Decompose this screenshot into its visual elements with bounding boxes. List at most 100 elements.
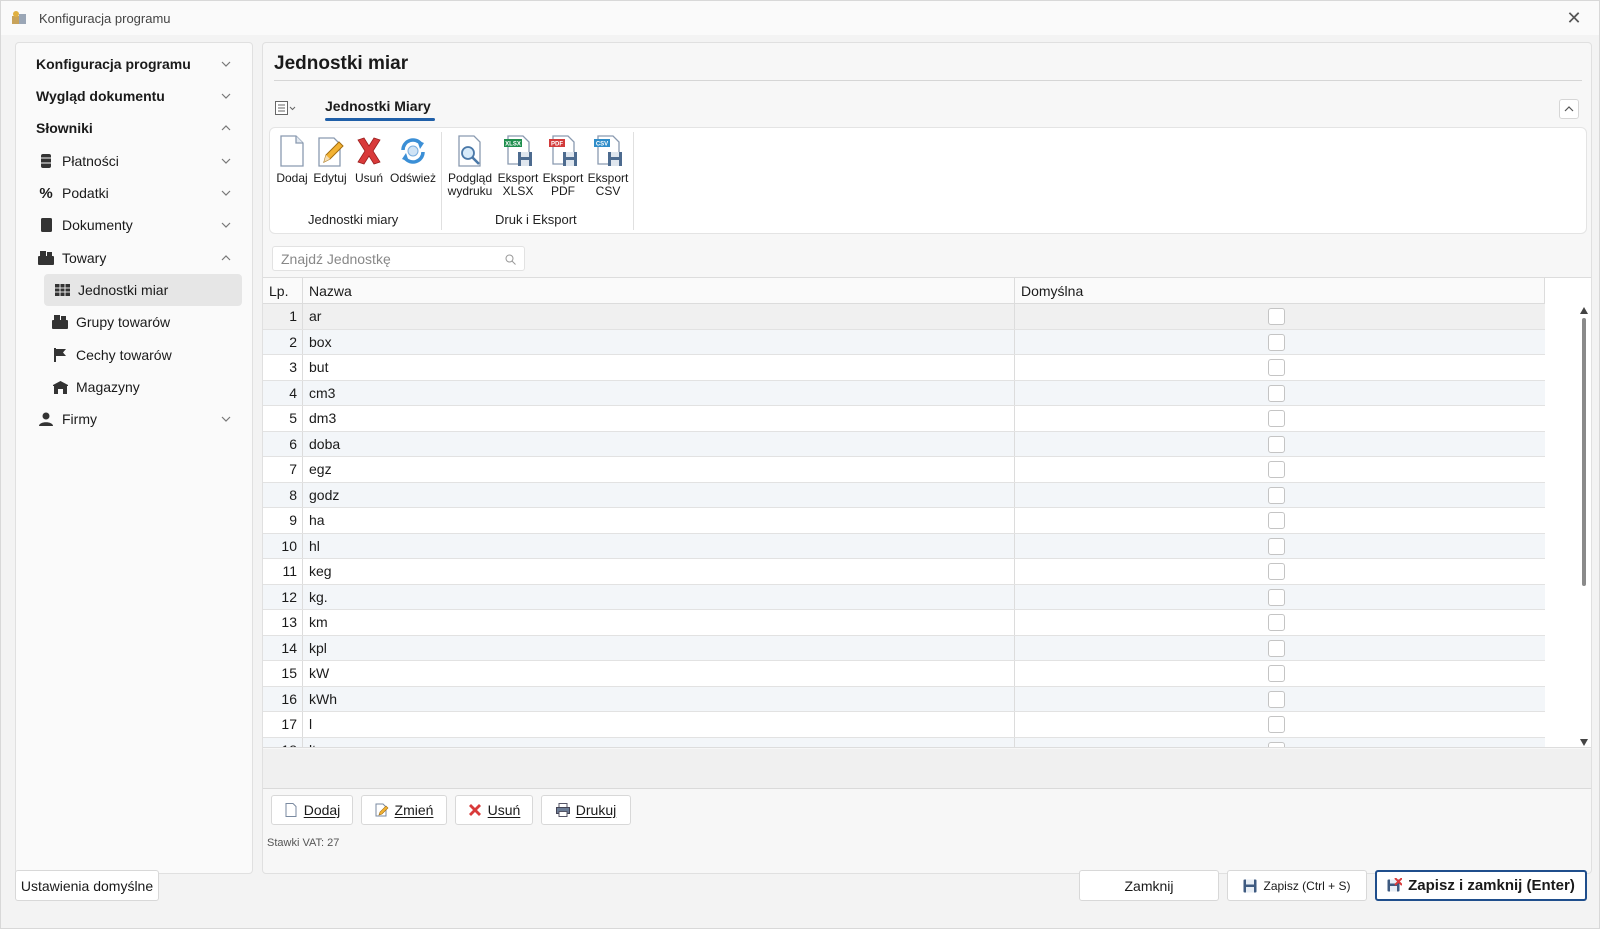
vertical-scrollbar[interactable] (1577, 304, 1591, 747)
table-row[interactable]: 16 kWh (263, 686, 1545, 712)
collapse-ribbon-button[interactable] (1559, 99, 1579, 119)
default-checkbox[interactable] (1268, 563, 1285, 580)
ribbon-export-pdf-button[interactable]: PDF Eksport PDF (542, 134, 584, 198)
default-checkbox[interactable] (1268, 486, 1285, 504)
search-input[interactable]: Znajdź Jednostkę (272, 246, 525, 271)
default-checkbox[interactable] (1268, 665, 1285, 682)
cell-name[interactable]: hl (303, 533, 1015, 558)
default-checkbox[interactable] (1268, 639, 1285, 657)
ribbon-refresh-button[interactable]: Odśwież (390, 134, 436, 185)
default-checkbox[interactable] (1268, 384, 1285, 402)
default-checkbox[interactable] (1268, 537, 1285, 555)
table-row[interactable]: 5 dm3 (263, 406, 1545, 432)
save-button[interactable]: Zapisz (Ctrl + S) (1227, 870, 1367, 901)
table-row[interactable]: 3 but (263, 355, 1545, 381)
delete-button[interactable]: Usuń (455, 795, 533, 825)
cell-name[interactable]: kW (303, 661, 1015, 686)
cell-name[interactable]: doba (303, 431, 1015, 456)
save-and-close-button[interactable]: Zapisz i zamknij (Enter) (1375, 870, 1587, 901)
sidebar-item-slowniki[interactable]: Słowniki (16, 112, 252, 144)
ribbon-delete-button[interactable]: Usuń (352, 134, 386, 185)
sidebar-item-konfiguracja[interactable]: Konfiguracja programu (16, 48, 252, 80)
defaults-button[interactable]: Ustawienia domyślne (15, 870, 159, 901)
default-checkbox[interactable] (1268, 741, 1285, 747)
table-row[interactable]: 10 hl (263, 533, 1545, 559)
cell-name[interactable]: kpl (303, 635, 1015, 660)
ribbon-edit-button[interactable]: Edytuj (312, 134, 348, 185)
cell-name[interactable]: kg. (303, 584, 1015, 609)
default-checkbox[interactable] (1268, 435, 1285, 453)
sidebar-item-podatki[interactable]: % Podatki (16, 177, 252, 209)
column-header-lp[interactable]: Lp. (263, 278, 303, 304)
cell-name[interactable]: km (303, 610, 1015, 635)
sidebar-item-towary[interactable]: Towary (16, 242, 252, 274)
table-row[interactable]: 8 godz (263, 482, 1545, 508)
sidebar-item-jednostki-miar[interactable]: Jednostki miar (44, 274, 242, 306)
default-checkbox[interactable] (1268, 588, 1285, 606)
table-row[interactable]: 18ltr (263, 737, 1545, 747)
default-checkbox[interactable] (1268, 410, 1285, 427)
sidebar-item-cechy-towarow[interactable]: Cechy towarów (16, 339, 252, 371)
table-row[interactable]: 6 doba (263, 431, 1545, 457)
cell-name[interactable]: egz (303, 457, 1015, 482)
ribbon-print-preview-button[interactable]: Podgląd wydruku (446, 134, 494, 198)
close-button[interactable]: Zamknij (1079, 870, 1219, 901)
default-checkbox[interactable] (1268, 359, 1285, 376)
ribbon: Dodaj Edytuj Usuń Odśwież Jednostki miar… (269, 127, 1587, 234)
table-row[interactable]: 17 l (263, 712, 1545, 738)
add-button[interactable]: Dodaj (271, 795, 353, 825)
table-row[interactable]: 14 kpl (263, 635, 1545, 661)
default-checkbox[interactable] (1268, 512, 1285, 529)
ribbon-export-xlsx-button[interactable]: XLSX Eksport XLSX (497, 134, 539, 198)
scrollbar-thumb[interactable] (1582, 318, 1586, 586)
cell-name[interactable]: keg (303, 559, 1015, 584)
default-checkbox[interactable] (1268, 690, 1285, 708)
table-row[interactable]: 9 ha (263, 508, 1545, 534)
close-window-button[interactable]: ✕ (1563, 7, 1585, 29)
sidebar-item-wyglad[interactable]: Wygląd dokumentu (16, 80, 252, 112)
tab-jednostki-miary[interactable]: Jednostki Miary (325, 98, 431, 114)
table-row[interactable]: 11 keg (263, 559, 1545, 585)
table-row[interactable]: 12 kg. (263, 584, 1545, 610)
sidebar-item-dokumenty[interactable]: Dokumenty (16, 209, 252, 241)
cell-name[interactable]: dm3 (303, 406, 1015, 431)
cell-name[interactable]: ar (303, 304, 1015, 329)
default-checkbox[interactable] (1268, 614, 1285, 631)
ribbon-export-csv-button[interactable]: CSV Eksport CSV (587, 134, 629, 198)
cell-name[interactable]: cm3 (303, 380, 1015, 405)
cell-name[interactable]: ltr (303, 737, 1015, 747)
close-button-label: Zamknij (1124, 877, 1174, 894)
table-row[interactable]: 1 ar (263, 304, 1545, 330)
sidebar-item-firmy[interactable]: Firmy (16, 403, 252, 435)
cell-name[interactable]: ha (303, 508, 1015, 533)
scroll-down-icon[interactable] (1580, 739, 1588, 746)
column-header-default[interactable]: Domyślna (1015, 278, 1545, 304)
cell-name[interactable]: but (303, 355, 1015, 380)
cell-name[interactable]: box (303, 329, 1015, 354)
change-button[interactable]: Zmień (361, 795, 447, 825)
table-row[interactable]: 13 km (263, 610, 1545, 636)
cell-name[interactable]: godz (303, 482, 1015, 507)
default-checkbox[interactable] (1268, 716, 1285, 733)
cell-name[interactable]: l (303, 712, 1015, 737)
print-button[interactable]: Drukuj (541, 795, 631, 825)
sidebar-item-grupy-towarow[interactable]: Grupy towarów (16, 306, 252, 338)
default-checkbox[interactable] (1268, 461, 1285, 478)
default-checkbox[interactable] (1268, 308, 1285, 325)
table-row[interactable]: 7 egz (263, 457, 1545, 483)
default-checkbox[interactable] (1268, 333, 1285, 351)
svg-text:PDF: PDF (551, 142, 563, 148)
new-document-icon (280, 135, 304, 167)
sidebar-item-magazyny[interactable]: Magazyny (16, 371, 252, 403)
sidebar-item-platnosci[interactable]: Płatności (16, 145, 252, 177)
scroll-up-icon[interactable] (1580, 307, 1588, 314)
ribbon-edit-label: Edytuj (313, 171, 347, 185)
column-header-name[interactable]: Nazwa (303, 278, 1015, 304)
percent-icon: % (39, 184, 53, 202)
table-row[interactable]: 4 cm3 (263, 380, 1545, 406)
cell-name[interactable]: kWh (303, 686, 1015, 711)
ribbon-add-button[interactable]: Dodaj (274, 134, 310, 185)
ribbon-menu-icon[interactable] (275, 100, 297, 116)
table-row[interactable]: 15 kW (263, 661, 1545, 687)
table-row[interactable]: 2 box (263, 329, 1545, 355)
